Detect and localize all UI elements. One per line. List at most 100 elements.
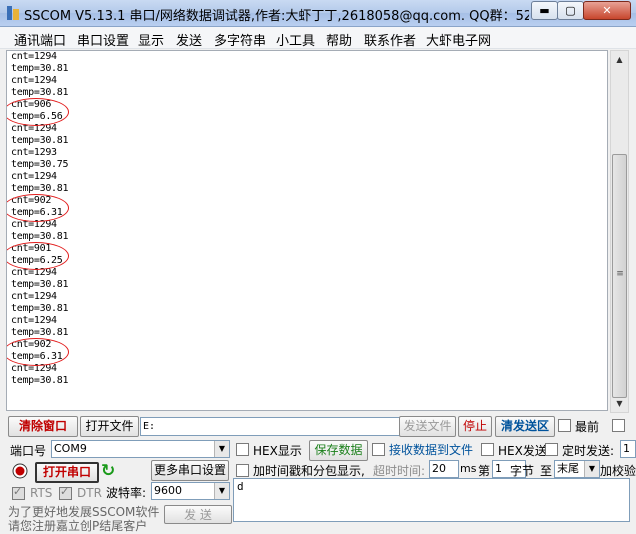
save-data-button[interactable]: 保存数据: [309, 440, 368, 461]
to-label: 至: [540, 464, 553, 478]
refresh-icon[interactable]: ↻: [101, 461, 115, 481]
timestamp-checkbox[interactable]: [236, 464, 249, 477]
receive-line: temp=30.81: [11, 183, 69, 194]
record-icon: [12, 463, 28, 479]
maximize-button[interactable]: ▢: [557, 1, 584, 20]
topmost-checkbox[interactable]: [558, 419, 571, 432]
scroll-up-arrow[interactable]: ▲: [611, 51, 628, 68]
window-title: SSCOM V5.13.1 串口/网络数据调试器,作者:大虾丁丁,2618058…: [24, 9, 529, 24]
timed-send-checkbox[interactable]: [545, 443, 558, 456]
open-file-button[interactable]: 打开文件: [80, 416, 139, 437]
scroll-down-arrow[interactable]: ▼: [611, 395, 628, 412]
baud-label: 波特率:: [106, 486, 147, 500]
receive-line: cnt=1294: [11, 51, 57, 62]
stop-button[interactable]: 停止: [458, 416, 492, 437]
open-port-button[interactable]: 打开串口: [35, 462, 99, 483]
title-bar: SSCOM V5.13.1 串口/网络数据调试器,作者:大虾丁丁,2618058…: [0, 0, 636, 27]
receive-line: temp=6.31: [11, 207, 63, 218]
send-text-area[interactable]: d: [233, 478, 630, 522]
receive-text: cnt=1294 temp=30.81 cnt=1294 temp=30.81 cnt=…: [11, 51, 601, 387]
menu-bar: 通讯端口 串口设置 显示 发送 多字符串 小工具 帮助 联系作者 大虾电子网: [0, 27, 636, 49]
red-circle-annotation: [7, 194, 69, 222]
rts-checkbox[interactable]: [12, 485, 25, 500]
timestamp-label: 加时间戳和分包显示,: [253, 464, 365, 478]
hex-send-label: HEX发送: [498, 444, 547, 458]
chevron-down-icon: ▼: [584, 461, 599, 477]
send-file-button[interactable]: 发送文件: [399, 416, 456, 437]
baud-value: 9600: [154, 484, 182, 497]
menu-website[interactable]: 大虾电子网: [426, 30, 491, 49]
english-checkbox[interactable]: [612, 419, 625, 432]
dtr-checkbox[interactable]: [59, 485, 72, 500]
menu-send[interactable]: 发送: [176, 30, 202, 49]
close-button[interactable]: ✕: [583, 1, 631, 20]
receive-area[interactable]: cnt=1294 temp=30.81 cnt=1294 temp=30.81 cnt=…: [6, 50, 608, 411]
timeout-input[interactable]: 20: [429, 460, 459, 478]
file-path-input[interactable]: E:: [140, 417, 400, 436]
receive-line: temp=30.81: [11, 135, 69, 146]
receive-line: temp=6.31: [11, 351, 63, 362]
menu-help[interactable]: 帮助: [326, 30, 352, 49]
port-label: 端口号: [10, 444, 47, 458]
red-circle-annotation: [7, 242, 69, 270]
clear-send-button[interactable]: 清发送区: [495, 416, 555, 437]
app-icon: [7, 6, 19, 20]
promo-text-2: 请您注册嘉立创P结尾客户: [8, 519, 148, 533]
minimize-button[interactable]: ▬: [531, 1, 558, 20]
receive-line: cnt=1294: [11, 123, 57, 134]
receive-line: cnt=1294: [11, 219, 57, 230]
receive-line: temp=30.81: [11, 303, 69, 314]
receive-line: cnt=1294: [11, 171, 57, 182]
nth-label: 第: [478, 464, 491, 478]
receive-line: cnt=901: [11, 243, 52, 254]
receive-line: temp=30.75: [11, 159, 69, 170]
receive-line: temp=6.25: [11, 255, 63, 266]
receive-line: temp=6.56: [11, 111, 63, 122]
menu-display[interactable]: 显示: [138, 30, 164, 49]
receive-line: temp=30.81: [11, 87, 69, 98]
port-select[interactable]: COM9 ▼: [51, 440, 230, 458]
receive-line: cnt=1294: [11, 315, 57, 326]
menu-comm-port[interactable]: 通讯端口: [14, 30, 66, 49]
byte-end-select[interactable]: 末尾 ▼: [554, 460, 600, 478]
byte-end-value: 末尾: [557, 462, 579, 475]
hex-send-checkbox[interactable]: [481, 443, 494, 456]
menu-tools[interactable]: 小工具: [276, 30, 315, 49]
hex-display-checkbox[interactable]: [236, 443, 249, 456]
grip-icon: ≡: [616, 269, 624, 279]
recv-to-file-checkbox[interactable]: [372, 443, 385, 456]
send-button[interactable]: 发 送: [164, 505, 232, 524]
baud-select[interactable]: 9600 ▼: [151, 482, 230, 500]
rts-label: RTS: [30, 486, 53, 500]
red-circle-annotation: [7, 338, 69, 366]
menu-multi-string[interactable]: 多字符串: [214, 30, 266, 49]
receive-line: temp=30.81: [11, 279, 69, 290]
receive-line: temp=30.81: [11, 375, 69, 386]
dtr-label: DTR: [77, 486, 102, 500]
clear-window-button[interactable]: 清除窗口: [8, 416, 78, 437]
byte-label: 字节: [510, 464, 535, 478]
receive-line: cnt=902: [11, 195, 52, 206]
receive-line: cnt=902: [11, 339, 52, 350]
chevron-down-icon: ▼: [214, 483, 229, 499]
receive-line: temp=30.81: [11, 63, 69, 74]
scroll-thumb[interactable]: ≡: [612, 154, 627, 398]
receive-line: temp=30.81: [11, 231, 69, 242]
more-serial-settings-button[interactable]: 更多串口设置: [151, 460, 229, 481]
topmost-label: 最前: [575, 420, 600, 434]
timeout-label: 超时时间:: [373, 464, 426, 478]
port-value: COM9: [54, 442, 87, 455]
add-check-label: 加校验: [600, 464, 636, 478]
receive-line: cnt=1293: [11, 147, 57, 158]
timed-send-label: 定时发送:: [562, 444, 615, 458]
timed-interval-input[interactable]: 1: [620, 440, 636, 458]
receive-line: cnt=1294: [11, 267, 57, 278]
receive-line: cnt=1294: [11, 363, 57, 374]
vertical-scrollbar[interactable]: ▲ ≡ ▼: [610, 50, 629, 413]
menu-contact-author[interactable]: 联系作者: [364, 30, 416, 49]
menu-serial-settings[interactable]: 串口设置: [77, 30, 129, 49]
receive-line: cnt=1294: [11, 75, 57, 86]
receive-line: cnt=906: [11, 99, 52, 110]
recv-to-file-label[interactable]: 接收数据到文件: [389, 441, 473, 458]
receive-line: cnt=1294: [11, 291, 57, 302]
